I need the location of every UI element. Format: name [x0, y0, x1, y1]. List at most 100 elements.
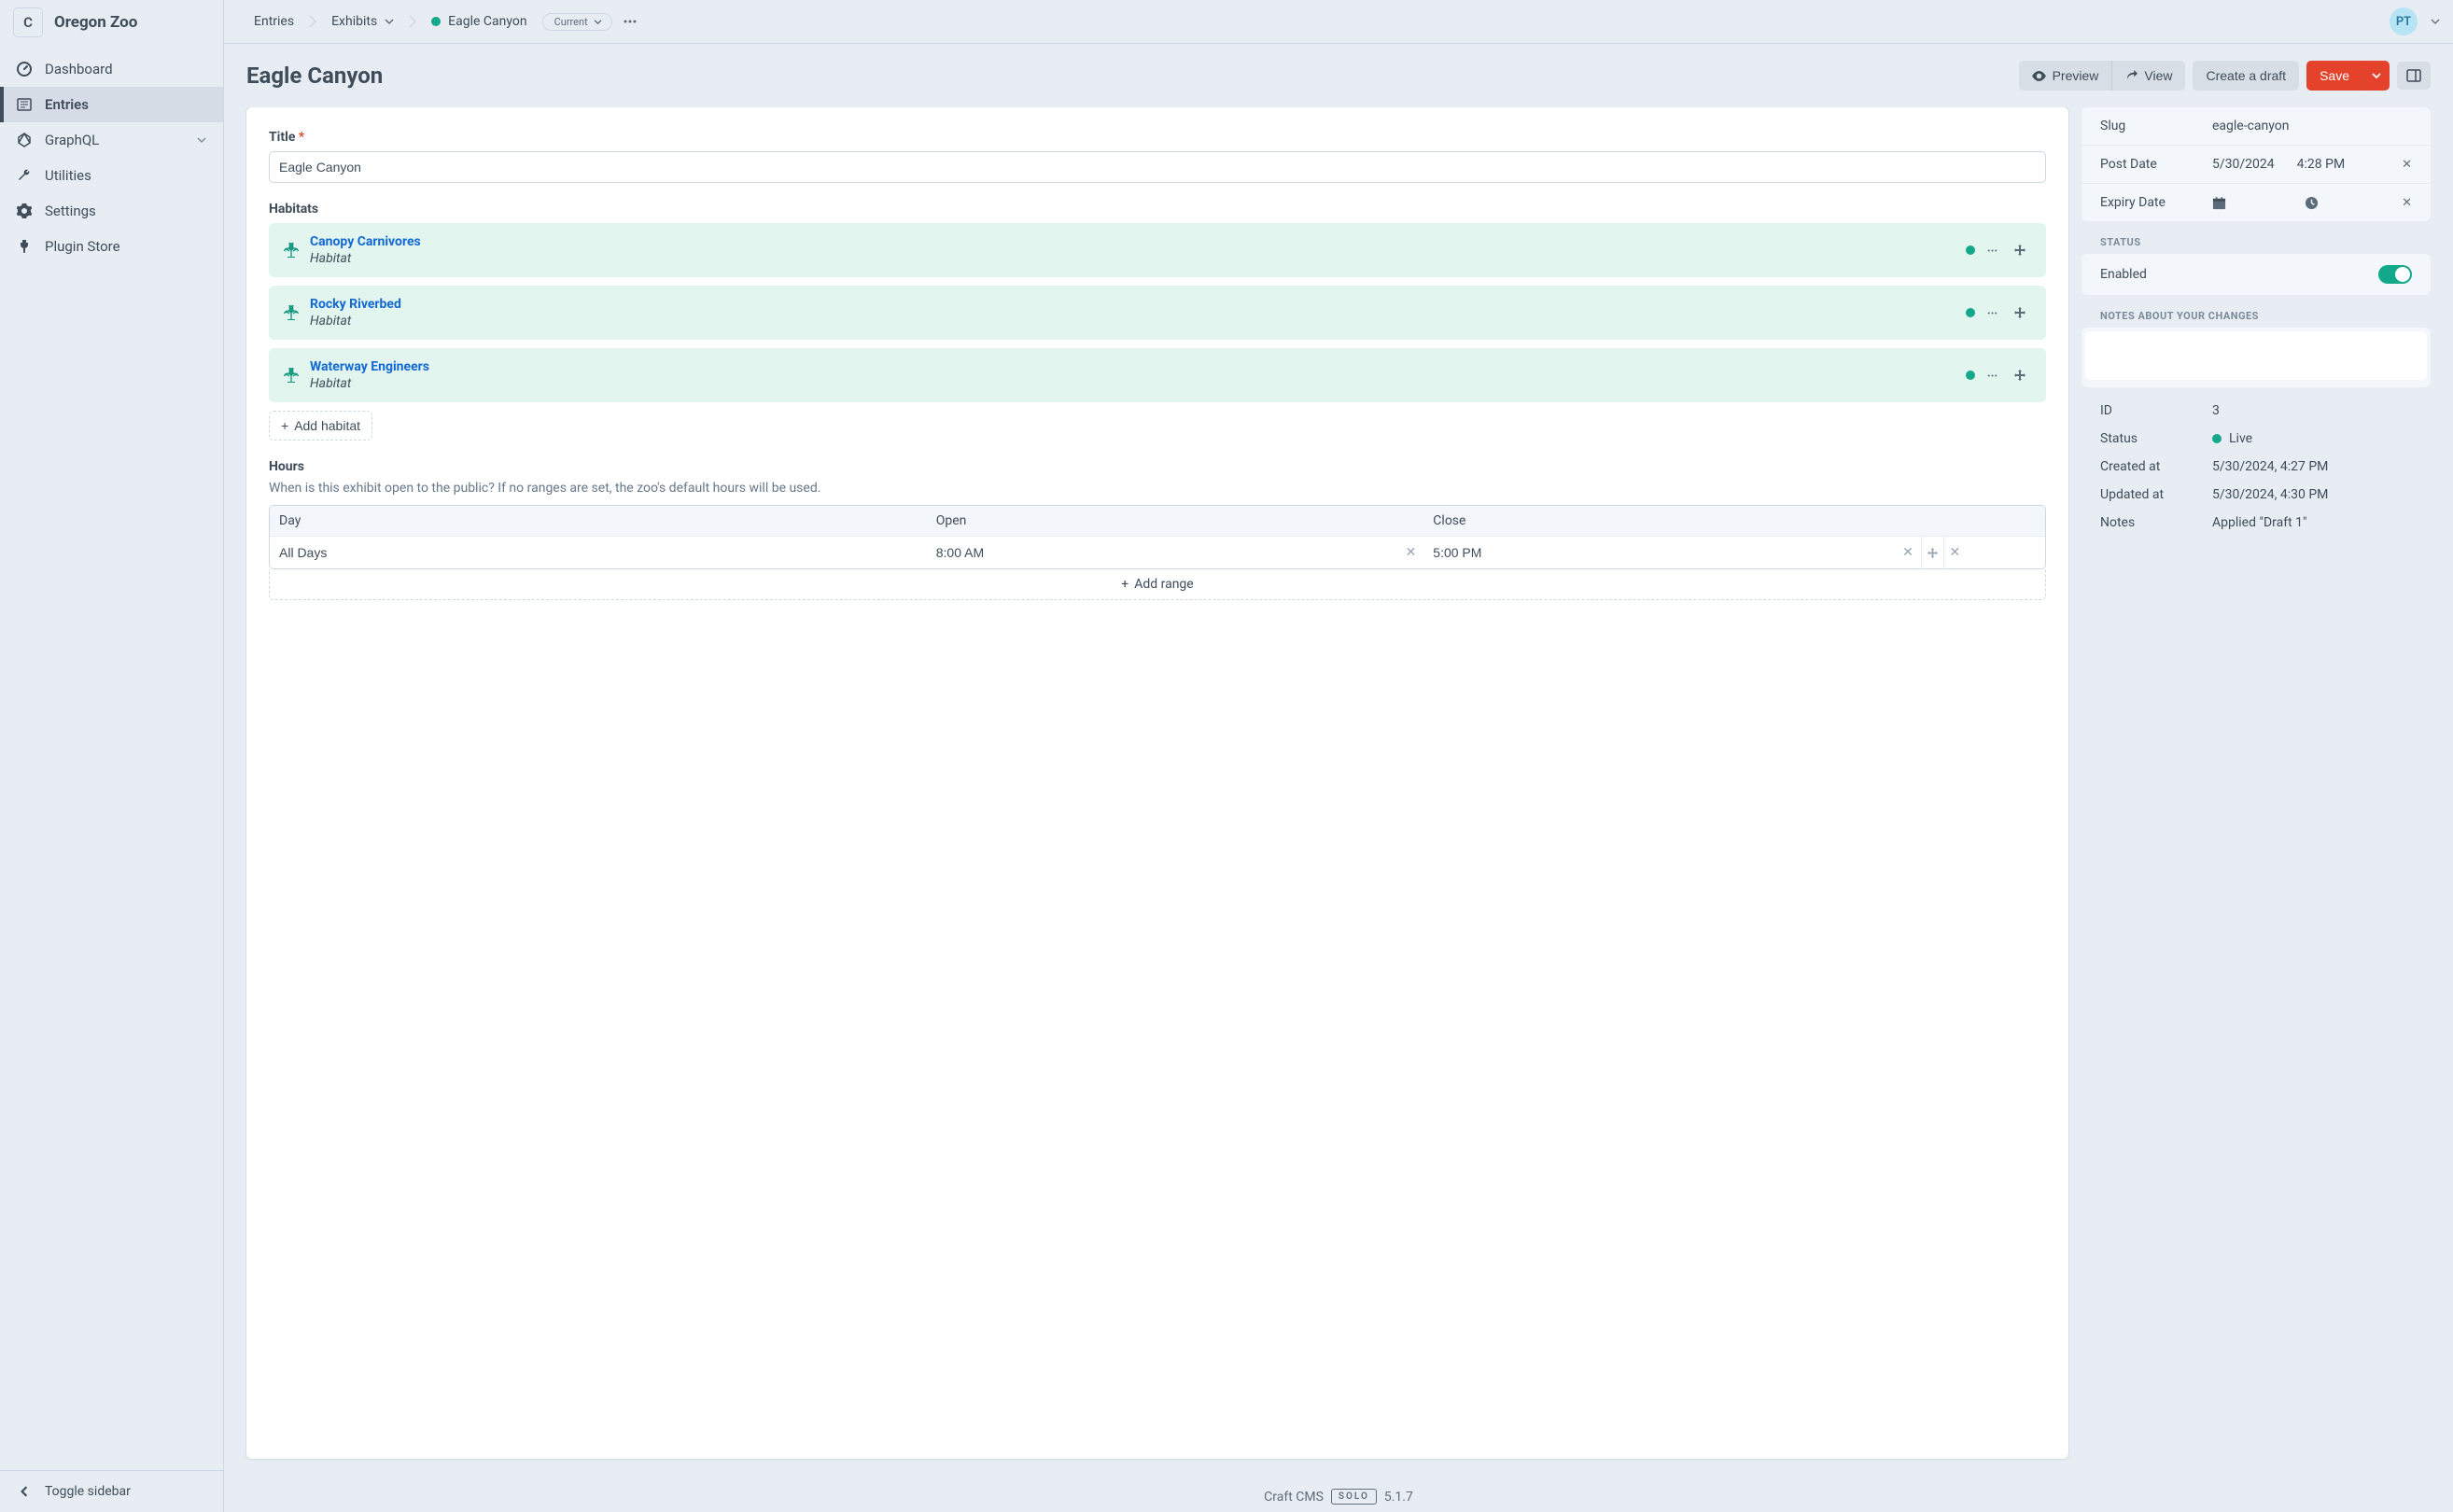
- clear-postdate-button[interactable]: ✕: [2402, 158, 2412, 172]
- hours-table: Day Open Close ✕ ✕ ✕: [270, 506, 2045, 568]
- breadcrumb: Entries Exhibits Eagle Canyon Current: [246, 9, 2380, 34]
- clock-icon[interactable]: [2305, 196, 2319, 210]
- crumb-section[interactable]: Exhibits: [324, 9, 401, 34]
- chevron-right-icon: [409, 15, 416, 28]
- toggle-details-button[interactable]: [2397, 62, 2431, 90]
- close-input[interactable]: [1423, 537, 1921, 568]
- info-status-value: Live: [2229, 431, 2252, 446]
- habitat-actions-button[interactable]: [1986, 374, 2003, 377]
- meta-slug-value[interactable]: eagle-canyon: [2212, 119, 2412, 133]
- newspaper-icon: [17, 97, 32, 112]
- edition-badge[interactable]: SOLO: [1331, 1489, 1377, 1505]
- crumb-entry[interactable]: Eagle Canyon: [424, 9, 534, 34]
- move-icon[interactable]: [2014, 245, 2031, 256]
- nav-label: Dashboard: [45, 61, 113, 77]
- info-updated-value: 5/30/2024, 4:30 PM: [2212, 487, 2328, 502]
- nav-entries[interactable]: Entries: [0, 87, 223, 122]
- nav-label: Entries: [45, 96, 89, 113]
- plus-icon: +: [1121, 577, 1128, 592]
- status-dot-icon: [431, 17, 441, 26]
- info-status-label: Status: [2100, 431, 2212, 446]
- info-created-value: 5/30/2024, 4:27 PM: [2212, 459, 2328, 474]
- nav-dashboard[interactable]: Dashboard: [0, 51, 223, 87]
- site-badge[interactable]: C: [13, 7, 43, 37]
- habitat-item[interactable]: Rocky Riverbed Habitat: [269, 286, 2046, 340]
- site-name[interactable]: Oregon Zoo: [54, 13, 137, 32]
- habitat-title[interactable]: Canopy Carnivores: [310, 234, 1955, 249]
- habitat-title[interactable]: Rocky Riverbed: [310, 297, 1955, 312]
- info-id-value: 3: [2212, 403, 2220, 418]
- crumb-label: Eagle Canyon: [448, 14, 526, 29]
- panel-icon: [2406, 69, 2421, 82]
- sidebar: C Oregon Zoo Dashboard Entries GraphQL: [0, 0, 224, 1512]
- status-dot-icon: [1966, 308, 1975, 317]
- habitat-title[interactable]: Waterway Engineers: [310, 359, 1955, 374]
- move-icon[interactable]: [2014, 370, 2031, 381]
- clear-button[interactable]: ✕: [1406, 545, 1417, 560]
- nav-graphql[interactable]: GraphQL: [0, 122, 223, 158]
- sidebar-header: C Oregon Zoo: [0, 0, 223, 44]
- dots-icon: [624, 20, 637, 23]
- habitat-item[interactable]: Canopy Carnivores Habitat: [269, 223, 2046, 277]
- delete-row-button[interactable]: ✕: [1943, 537, 1966, 568]
- create-draft-button[interactable]: Create a draft: [2193, 61, 2299, 91]
- share-icon: [2125, 70, 2138, 82]
- title-input[interactable]: [269, 151, 2046, 183]
- chevron-down-icon: [385, 18, 394, 25]
- habitat-type: Habitat: [310, 251, 1955, 266]
- habitat-actions-button[interactable]: [1986, 249, 2003, 252]
- crumb-entries[interactable]: Entries: [246, 9, 301, 34]
- habitat-actions-button[interactable]: [1986, 312, 2003, 315]
- move-icon[interactable]: [2014, 307, 2031, 318]
- clear-button[interactable]: ✕: [1902, 545, 1913, 560]
- gauge-icon: [17, 62, 32, 77]
- plug-icon: [17, 239, 32, 254]
- nav-label: Plugin Store: [45, 238, 120, 255]
- field-label-habitats: Habitats: [269, 202, 2046, 217]
- nav-label: Utilities: [45, 167, 91, 184]
- th-open: Open: [927, 506, 1424, 537]
- day-input[interactable]: [270, 537, 927, 568]
- footer-brand: Craft CMS SOLO 5.1.7: [224, 1481, 2453, 1512]
- enabled-toggle[interactable]: [2378, 265, 2412, 284]
- nav-utilities[interactable]: Utilities: [0, 158, 223, 193]
- add-range-button[interactable]: + Add range: [269, 569, 2046, 600]
- main: Entries Exhibits Eagle Canyon Current: [224, 0, 2453, 1512]
- save-button[interactable]: Save: [2306, 61, 2362, 91]
- notes-input[interactable]: [2085, 331, 2427, 380]
- gear-icon: [17, 203, 32, 218]
- preview-button[interactable]: Preview: [2019, 61, 2112, 91]
- postdate-date-input[interactable]: 5/30/2024: [2212, 157, 2275, 172]
- calendar-icon[interactable]: [2212, 196, 2226, 210]
- chevron-right-icon: [309, 15, 316, 28]
- habitat-item[interactable]: Waterway Engineers Habitat: [269, 348, 2046, 402]
- nav-settings[interactable]: Settings: [0, 193, 223, 229]
- product-name[interactable]: Craft CMS: [1264, 1490, 1324, 1505]
- chevron-down-icon: [2372, 72, 2381, 79]
- details-pane: Slug eagle-canyon Post Date 5/30/2024 4:…: [2082, 107, 2431, 1459]
- open-input[interactable]: [927, 537, 1424, 568]
- add-habitat-button[interactable]: + Add habitat: [269, 411, 372, 441]
- view-button[interactable]: View: [2111, 61, 2185, 91]
- postdate-time-input[interactable]: 4:28 PM: [2297, 157, 2346, 172]
- revision-pill[interactable]: Current: [542, 13, 612, 31]
- save-menu-button[interactable]: [2362, 61, 2390, 91]
- clear-expiry-button[interactable]: ✕: [2402, 196, 2412, 210]
- habitat-type: Habitat: [310, 314, 1955, 329]
- toggle-sidebar[interactable]: Toggle sidebar: [0, 1470, 223, 1512]
- info-created-label: Created at: [2100, 459, 2212, 474]
- chevron-down-icon[interactable]: [2431, 18, 2440, 25]
- user-menu[interactable]: PT: [2390, 7, 2418, 35]
- meta-expiry-label: Expiry Date: [2100, 195, 2212, 210]
- table-row: ✕ ✕ ✕: [270, 537, 2045, 569]
- meta-postdate-label: Post Date: [2100, 157, 2212, 172]
- button-label: Preview: [2053, 68, 2099, 83]
- entry-actions-menu[interactable]: [620, 16, 640, 27]
- status-dot-icon: [1966, 245, 1975, 255]
- page-title: Eagle Canyon: [246, 63, 2011, 89]
- chevron-left-icon: [17, 1484, 32, 1499]
- move-icon[interactable]: [1921, 537, 1943, 568]
- nav-plugin-store[interactable]: Plugin Store: [0, 229, 223, 264]
- topbar: Entries Exhibits Eagle Canyon Current: [224, 0, 2453, 44]
- wrench-icon: [17, 168, 32, 183]
